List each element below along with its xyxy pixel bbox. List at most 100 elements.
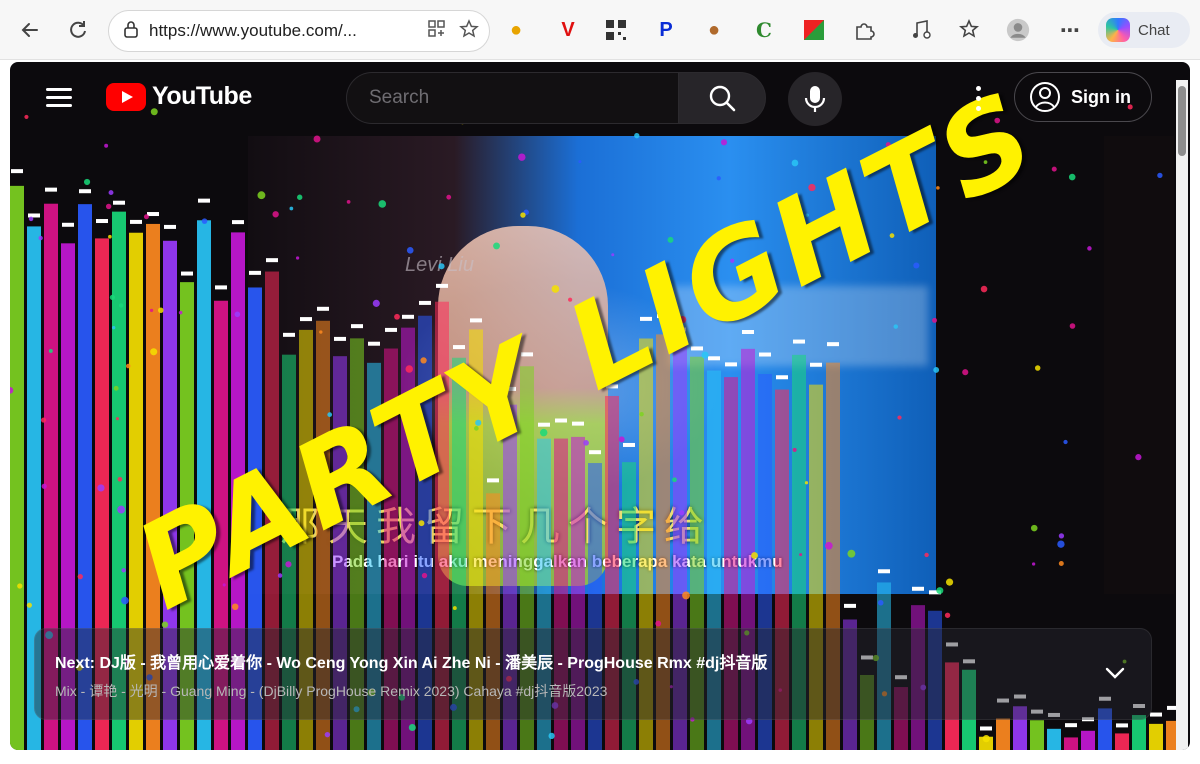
visualizer-bar — [1149, 723, 1163, 750]
visualizer-peak — [113, 200, 125, 205]
visualizer-peak — [1167, 705, 1176, 710]
sign-in-label: Sign in — [1071, 86, 1131, 107]
visualizer-particle — [1063, 439, 1068, 445]
extensions-puzzle-icon[interactable] — [852, 18, 876, 42]
sign-in-button[interactable]: Sign in — [1014, 72, 1152, 122]
visualizer-peak — [79, 189, 91, 194]
video-watermark: Levi Liu — [405, 254, 474, 276]
lyric-indonesian: Pada hari itu aku meninggalkan beberapa … — [332, 552, 783, 571]
chat-label: Chat — [1138, 21, 1170, 39]
visualizer-particle — [105, 203, 112, 210]
visualizer-particle — [113, 385, 119, 391]
visualizer-particle — [143, 214, 149, 220]
visualizer-particle — [452, 606, 457, 611]
extension-c-icon[interactable]: C — [752, 18, 776, 42]
youtube-page: Levi Liu 那天我留下几个字给 Pada hari itu aku men… — [10, 62, 1190, 750]
visualizer-particle — [125, 363, 131, 369]
back-arrow-icon[interactable] — [14, 14, 46, 46]
visualizer-peak — [96, 219, 108, 224]
side-panel — [1104, 136, 1174, 594]
refresh-icon[interactable] — [62, 14, 94, 46]
visualizer-particle — [158, 307, 164, 314]
visualizer-peak — [130, 219, 142, 224]
up-next-card[interactable]: Next: DJ版 - 我曾用心爱着你 - Wo Ceng Yong Xin A… — [34, 628, 1152, 720]
visualizer-particle — [149, 308, 154, 313]
lock-icon[interactable] — [123, 20, 139, 43]
visualizer-particle — [1058, 560, 1064, 566]
visualizer-particle — [150, 348, 158, 356]
apps-icon[interactable] — [427, 19, 447, 45]
chevron-down-icon[interactable] — [1101, 659, 1129, 687]
scrollbar-thumb[interactable] — [1178, 86, 1186, 156]
visualizer-peak — [164, 224, 176, 229]
visualizer-peak — [198, 198, 210, 203]
mic-icon — [804, 86, 826, 112]
visualizer-peak — [215, 285, 227, 290]
extension-v-icon[interactable]: V — [556, 18, 580, 42]
up-next-title: Next: DJ版 - 我曾用心爱着你 - Wo Ceng Yong Xin A… — [55, 655, 768, 672]
visualizer-particle — [877, 599, 884, 606]
visualizer-particle — [104, 143, 109, 148]
visualizer-particle — [962, 369, 969, 376]
copilot-chat-button[interactable]: Chat — [1098, 12, 1190, 48]
visualizer-particle — [201, 218, 208, 224]
voice-search-button[interactable] — [788, 72, 842, 126]
visualizer-peak — [11, 169, 23, 174]
visualizer-particle — [408, 723, 416, 732]
visualizer-particle — [118, 303, 124, 308]
visualizer-particle — [10, 387, 14, 394]
more-options-icon[interactable]: ⋯ — [1058, 18, 1082, 42]
visualizer-particle — [77, 573, 83, 580]
visualizer-particle — [109, 294, 115, 300]
visualizer-bar — [1081, 730, 1095, 750]
visualizer-peak — [45, 187, 57, 192]
visualizer-particle — [944, 612, 951, 618]
extension-color-icon[interactable] — [802, 18, 826, 42]
profile-avatar-icon[interactable] — [1006, 18, 1030, 42]
hamburger-icon[interactable] — [46, 88, 72, 108]
window-bottom-edge — [0, 750, 1200, 764]
visualizer-bar — [1166, 720, 1176, 750]
visualizer-particle — [1058, 533, 1065, 539]
youtube-logo[interactable]: YouTube — [106, 82, 252, 111]
visualizer-particle — [161, 621, 169, 628]
url-text: https://www.youtube.com/... — [149, 21, 357, 40]
visualizer-particle — [108, 190, 114, 196]
visualizer-bar — [10, 185, 24, 750]
visualizer-particle — [1051, 166, 1057, 172]
address-bar[interactable]: https://www.youtube.com/... — [108, 10, 490, 52]
page-scrollbar[interactable] — [1176, 80, 1188, 750]
visualizer-particle — [1034, 365, 1041, 371]
visualizer-bar — [979, 736, 993, 750]
visualizer-particle — [115, 417, 119, 421]
favorite-star-icon[interactable] — [459, 19, 479, 45]
search-button[interactable] — [678, 72, 766, 124]
visualizer-bar — [1132, 715, 1146, 750]
search-icon — [709, 85, 736, 112]
search-input[interactable] — [346, 72, 678, 124]
up-next-subtitle: Mix - 谭艳 - 光明 - Guang Ming - (DjBilly Pr… — [55, 683, 608, 699]
extension-p-icon[interactable]: P — [654, 18, 678, 42]
visualizer-peak — [1116, 723, 1128, 728]
visualizer-bar — [1115, 733, 1129, 750]
extension-cookie-icon[interactable]: ● — [702, 18, 726, 42]
visualizer-particle — [108, 234, 112, 239]
visualizer-particle — [41, 483, 47, 489]
visualizer-bar — [996, 718, 1010, 750]
extension-mascot-icon[interactable]: ● — [504, 18, 528, 42]
media-control-icon[interactable] — [910, 18, 934, 42]
extension-qr-icon[interactable] — [604, 18, 628, 42]
more-icon[interactable] — [968, 86, 988, 114]
visualizer-peak — [232, 220, 244, 225]
favorites-icon[interactable] — [958, 18, 982, 42]
copilot-icon — [1106, 18, 1130, 42]
visualizer-bar — [1030, 720, 1044, 750]
search-box — [346, 72, 766, 124]
visualizer-particle — [548, 732, 555, 740]
visualizer-particle — [121, 568, 126, 573]
visualizer-particle — [121, 596, 129, 605]
visualizer-peak — [980, 726, 992, 731]
visualizer-peak — [844, 603, 856, 608]
visualizer-particle — [1087, 246, 1092, 251]
visualizer-peak — [28, 213, 40, 218]
